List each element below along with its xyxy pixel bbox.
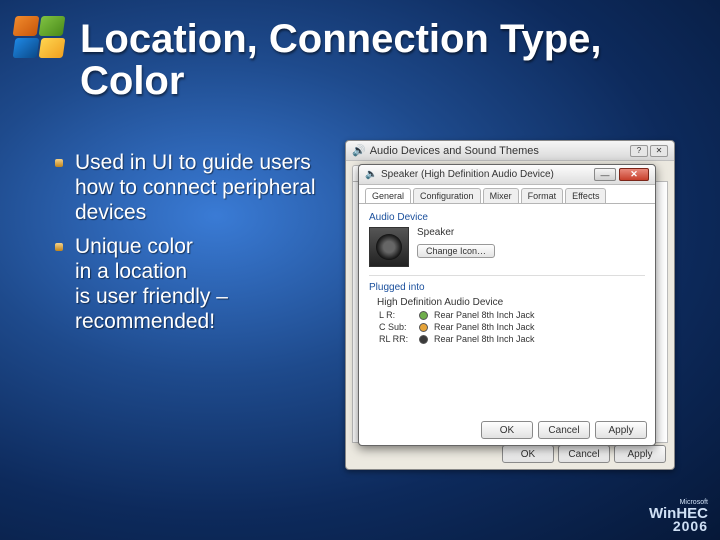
slide-title: Location, Connection Type, Color bbox=[80, 18, 700, 102]
minimize-button[interactable]: — bbox=[594, 168, 616, 181]
cancel-button[interactable]: Cancel bbox=[538, 421, 590, 439]
inner-tab-strip: General Configuration Mixer Format Effec… bbox=[359, 185, 655, 203]
jack-desc: Rear Panel 8th Inch Jack bbox=[434, 322, 535, 332]
window-title: Audio Devices and Sound Themes bbox=[370, 145, 539, 157]
apply-button[interactable]: Apply bbox=[595, 421, 647, 439]
jack-color-dot bbox=[419, 323, 428, 332]
cancel-button[interactable]: Cancel bbox=[558, 445, 610, 463]
help-button[interactable]: ? bbox=[630, 145, 648, 157]
device-thumbnail-icon bbox=[369, 227, 409, 267]
jack-channel-label: L R: bbox=[379, 310, 413, 320]
tab-effects[interactable]: Effects bbox=[565, 188, 606, 203]
jack-list: L R: Rear Panel 8th Inch Jack C Sub: Rea… bbox=[379, 310, 645, 344]
bullet-item: Unique color in a location is user frien… bbox=[55, 234, 330, 335]
speaker-properties-window: 🔈 Speaker (High Definition Audio Device)… bbox=[358, 164, 656, 446]
jack-desc: Rear Panel 8th Inch Jack bbox=[434, 310, 535, 320]
inner-window-title: Speaker (High Definition Audio Device) bbox=[381, 169, 554, 180]
jack-row: L R: Rear Panel 8th Inch Jack bbox=[379, 310, 645, 320]
device-name: Speaker bbox=[417, 227, 645, 238]
jack-channel-label: C Sub: bbox=[379, 322, 413, 332]
close-button[interactable]: ✕ bbox=[650, 145, 668, 157]
slide-bullets: Used in UI to guide users how to connect… bbox=[55, 150, 330, 342]
jack-color-dot bbox=[419, 335, 428, 344]
inner-titlebar[interactable]: 🔈 Speaker (High Definition Audio Device)… bbox=[359, 165, 655, 185]
bullet-item: Used in UI to guide users how to connect… bbox=[55, 150, 330, 226]
footer-branding: MicrosoftWinHEC 2006 bbox=[649, 496, 708, 532]
ok-button[interactable]: OK bbox=[502, 445, 554, 463]
apply-button[interactable]: Apply bbox=[614, 445, 666, 463]
change-icon-button[interactable]: Change Icon… bbox=[417, 244, 495, 258]
jack-color-dot bbox=[419, 311, 428, 320]
jack-channel-label: RL RR: bbox=[379, 334, 413, 344]
jack-row: RL RR: Rear Panel 8th Inch Jack bbox=[379, 334, 645, 344]
tab-general[interactable]: General bbox=[365, 188, 411, 203]
inner-body: Audio Device Speaker Change Icon… Plugge… bbox=[359, 203, 655, 352]
controller-name: High Definition Audio Device bbox=[377, 297, 645, 308]
speaker-icon: 🔈 bbox=[365, 169, 377, 181]
section-audio-device: Audio Device bbox=[369, 212, 645, 223]
close-button[interactable]: ✕ bbox=[619, 168, 649, 181]
window-titlebar[interactable]: 🔊 Audio Devices and Sound Themes ? ✕ bbox=[346, 141, 674, 161]
ok-button[interactable]: OK bbox=[481, 421, 533, 439]
jack-desc: Rear Panel 8th Inch Jack bbox=[434, 334, 535, 344]
jack-row: C Sub: Rear Panel 8th Inch Jack bbox=[379, 322, 645, 332]
tab-format[interactable]: Format bbox=[521, 188, 564, 203]
windows-logo-icon bbox=[12, 12, 66, 66]
tab-mixer[interactable]: Mixer bbox=[483, 188, 519, 203]
section-plugged-into: Plugged into bbox=[369, 282, 645, 293]
tab-configuration[interactable]: Configuration bbox=[413, 188, 481, 203]
speaker-icon: 🔊 bbox=[352, 144, 366, 157]
